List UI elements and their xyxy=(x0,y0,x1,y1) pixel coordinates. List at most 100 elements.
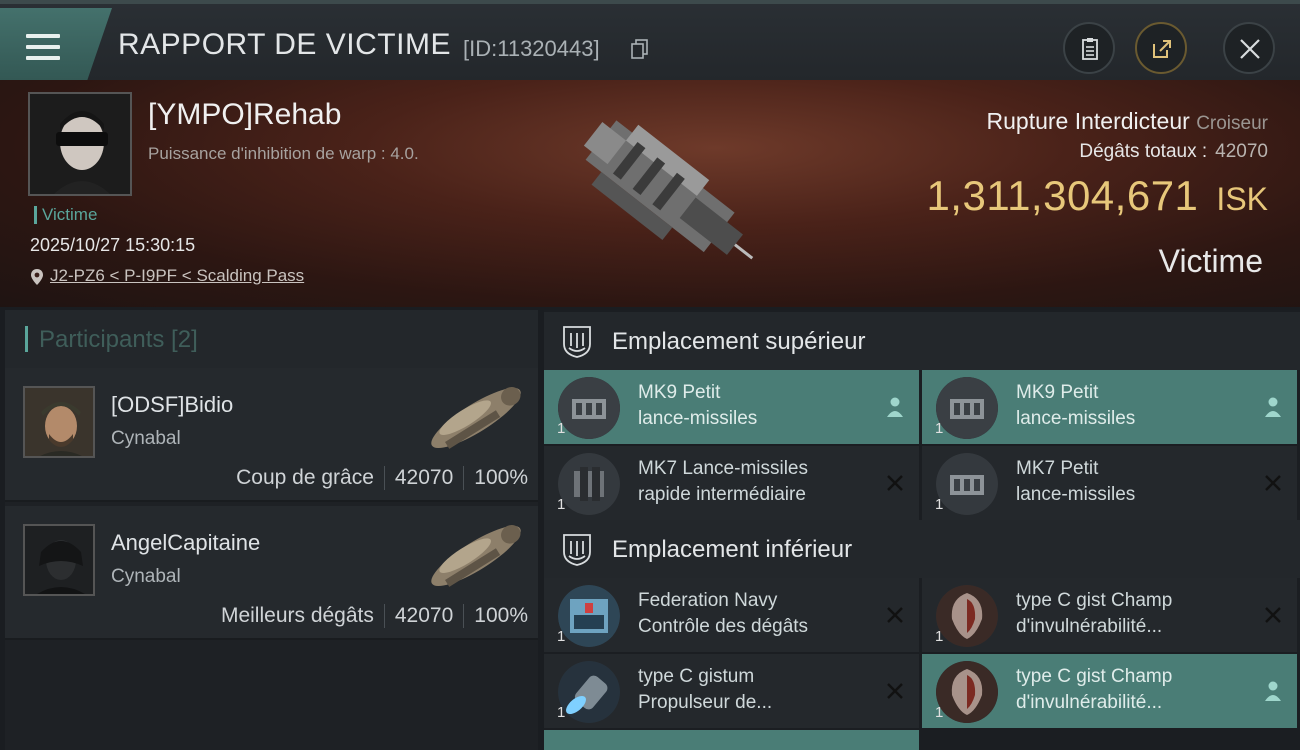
participant-role: Meilleurs dégâts xyxy=(220,604,374,627)
participant-avatar[interactable] xyxy=(23,524,95,596)
participant-role: Coup de grâce xyxy=(236,466,374,489)
header-accent-bar xyxy=(25,326,28,352)
module-quantity: 1 xyxy=(557,628,566,645)
missile-launcher-icon xyxy=(936,453,998,515)
module-name-line1: type C gist Champ xyxy=(1016,590,1173,611)
module-name-line1: MK9 Petit xyxy=(1016,382,1099,403)
participant-percent: 100% xyxy=(474,466,528,489)
close-icon xyxy=(1240,39,1260,59)
low-slot-icon xyxy=(563,534,591,566)
ship-class: Croiseur xyxy=(1196,113,1268,134)
module-slot[interactable]: 1 Federation Navy Contrôle des dégâts xyxy=(544,578,919,652)
kill-datetime: 2025/10/27 15:30:15 xyxy=(30,235,196,255)
high-slot-header: Emplacement supérieur xyxy=(544,312,1300,370)
participant-row[interactable]: [ODSF]Bidio Cynabal Coup de grâce 42070 10… xyxy=(5,368,538,502)
report-id: [ID:11320443] xyxy=(463,36,600,61)
module-quantity: 1 xyxy=(935,704,944,721)
module-name-line2: d'invulnérabilité... xyxy=(1016,692,1163,713)
damage-label: Dégâts totaux : xyxy=(1079,141,1208,162)
participant-ship: Cynabal xyxy=(111,428,181,449)
low-slot-header: Emplacement inférieur xyxy=(544,520,1300,578)
module-slot[interactable]: 1 MK7 Petit lance-missiles xyxy=(922,446,1297,520)
damage-control-icon xyxy=(558,585,620,647)
victim-ship-image xyxy=(583,120,754,260)
total-damage: Dégâts totaux : 42070 xyxy=(1079,141,1268,163)
header-bar: RAPPORT DE VICTIME [ID:11320443] xyxy=(0,0,1300,80)
missile-launcher-icon xyxy=(558,377,620,439)
shield-field-icon xyxy=(936,661,998,723)
victim-ship-type: Rupture Interdicteur Croiseur xyxy=(987,108,1268,135)
victim-status-tag: Victime xyxy=(1158,243,1263,279)
cross-icon xyxy=(1265,475,1281,491)
module-slot[interactable]: 1 MK9 Petit lance-missiles xyxy=(922,370,1297,444)
module-slot[interactable]: 1 MK9 Petit lance-missiles xyxy=(544,370,919,444)
high-slot-title: Emplacement supérieur xyxy=(612,328,866,355)
copy-icon[interactable] xyxy=(631,39,649,59)
participant-ship: Cynabal xyxy=(111,566,181,587)
participant-row[interactable]: AngelCapitaine Cynabal Meilleurs dégâts 4… xyxy=(5,506,538,640)
participant-stats: Coup de grâce 42070 100% xyxy=(236,466,528,491)
module-quantity: 1 xyxy=(557,496,566,513)
high-slot-icon xyxy=(563,326,591,358)
victim-avatar[interactable] xyxy=(28,92,132,196)
person-icon xyxy=(1265,397,1281,417)
module-name-line2: lance-missiles xyxy=(1016,484,1136,505)
isk-amount: 1,311,304,671 xyxy=(926,172,1199,219)
module-slot-partial[interactable] xyxy=(544,730,919,750)
module-name-line2: Propulseur de... xyxy=(638,692,773,713)
cross-icon xyxy=(887,607,903,623)
module-name-line2: d'invulnérabilité... xyxy=(1016,616,1163,637)
cross-icon xyxy=(887,683,903,699)
participant-avatar[interactable] xyxy=(23,386,95,458)
module-name-line2: Contrôle des dégâts xyxy=(638,616,809,637)
module-name-line2: lance-missiles xyxy=(638,408,758,429)
cross-icon xyxy=(887,475,903,491)
ship-name: Rupture Interdicteur xyxy=(986,108,1190,134)
participant-ship-image xyxy=(431,386,521,449)
victim-name[interactable]: [YMPO]Rehab xyxy=(148,98,341,132)
location-link[interactable]: J2-PZ6 < P-I9PF < Scalding Pass xyxy=(50,266,304,285)
module-name-line1: Federation Navy xyxy=(638,590,778,611)
participant-name[interactable]: AngelCapitaine xyxy=(111,530,260,556)
clipboard-icon xyxy=(1082,38,1098,60)
share-icon xyxy=(1153,40,1171,58)
participant-name[interactable]: [ODSF]Bidio xyxy=(111,392,233,418)
cross-icon xyxy=(1265,607,1281,623)
propulsion-icon xyxy=(558,661,620,723)
module-name-line1: MK7 Petit xyxy=(1016,458,1099,479)
rapid-launcher-icon xyxy=(558,453,620,515)
participant-percent: 100% xyxy=(474,604,528,627)
module-slot[interactable]: 1 type C gistum Propulseur de... xyxy=(544,654,919,728)
module-quantity: 1 xyxy=(935,628,944,645)
module-name-line1: MK9 Petit xyxy=(638,382,721,403)
module-quantity: 1 xyxy=(557,420,566,437)
module-slot[interactable]: 1 MK7 Lance-missiles rapide intermédiair… xyxy=(544,446,919,520)
participants-header: Participants [2] xyxy=(5,310,538,368)
module-quantity: 1 xyxy=(557,704,566,721)
participant-damage: 42070 xyxy=(394,466,454,489)
kill-location[interactable]: J2-PZ6 < P-I9PF < Scalding Pass xyxy=(30,266,304,286)
menu-button[interactable] xyxy=(0,8,112,80)
module-quantity: 1 xyxy=(935,420,944,437)
damage-value: 42070 xyxy=(1215,141,1268,162)
module-name-line1: type C gist Champ xyxy=(1016,666,1173,687)
person-icon xyxy=(1265,681,1281,701)
share-button[interactable] xyxy=(1135,22,1187,74)
person-icon xyxy=(887,397,903,417)
module-slot[interactable]: 1 type C gist Champ d'invulnérabilité... xyxy=(922,654,1297,728)
victim-role-label: Victime xyxy=(34,206,97,224)
location-pin-icon xyxy=(31,268,43,285)
shield-field-icon xyxy=(936,585,998,647)
clipboard-button[interactable] xyxy=(1063,22,1115,74)
hamburger-icon[interactable] xyxy=(26,34,60,60)
module-name-line1: type C gistum xyxy=(638,666,755,687)
module-slot[interactable]: 1 type C gist Champ d'invulnérabilité... xyxy=(922,578,1297,652)
module-name-line1: MK7 Lance-missiles xyxy=(638,458,808,479)
low-slot-title: Emplacement inférieur xyxy=(612,536,853,563)
module-name-line2: rapide intermédiaire xyxy=(638,484,806,505)
missile-launcher-icon xyxy=(936,377,998,439)
page-title: RAPPORT DE VICTIME xyxy=(118,28,451,61)
close-button[interactable] xyxy=(1223,22,1275,74)
isk-unit: ISK xyxy=(1216,181,1268,217)
module-name-line2: lance-missiles xyxy=(1016,408,1136,429)
